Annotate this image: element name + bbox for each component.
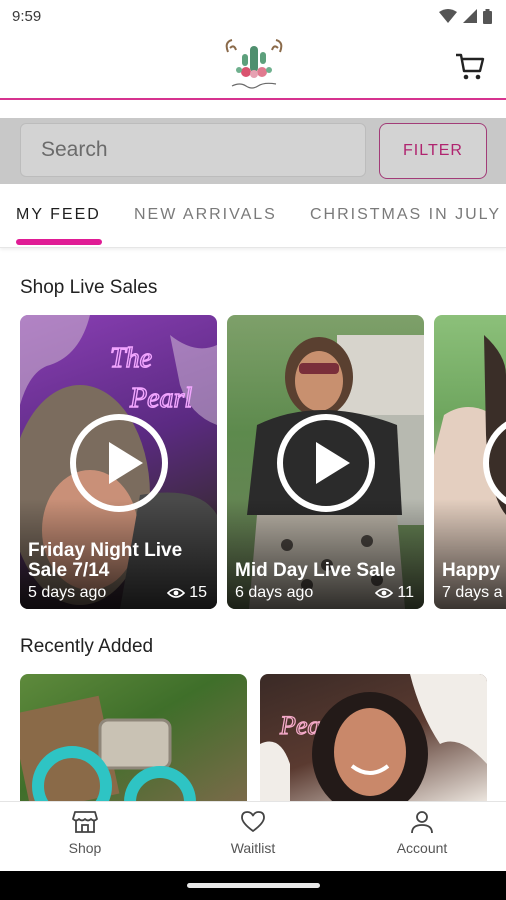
play-icon[interactable] [276, 414, 375, 512]
active-tab-indicator [16, 239, 102, 245]
live-sales-heading: Shop Live Sales [20, 277, 158, 298]
live-sale-card[interactable]: Mid Day Live Sale 6 days ago 11 [227, 315, 424, 609]
svg-text:Pearl: Pearl [129, 383, 192, 414]
search-bar: Search FILTER [0, 118, 506, 184]
view-count: 15 [167, 584, 207, 602]
eye-icon [167, 588, 186, 598]
live-sale-card[interactable]: Happy 7 days a [434, 315, 506, 609]
live-sale-meta: 7 days a [442, 584, 502, 602]
system-gesture-bar [0, 871, 506, 900]
nav-waitlist-label: Waitlist [230, 840, 276, 856]
live-sale-meta: 6 days ago 11 [235, 584, 414, 602]
wifi-icon [439, 9, 457, 23]
live-sale-title: Friday Night Live Sale 7/14 [28, 540, 183, 581]
brand-logo[interactable] [222, 38, 286, 94]
tab-my-feed[interactable]: MY FEED [16, 206, 101, 224]
tab-christmas-in-july[interactable]: CHRISTMAS IN JULY [310, 206, 501, 224]
search-input[interactable]: Search [20, 123, 366, 177]
home-gesture-handle[interactable] [187, 883, 320, 888]
eye-icon [375, 588, 394, 598]
app-header [0, 32, 506, 100]
product-image [20, 695, 196, 804]
live-sale-age: 7 days a [442, 584, 503, 601]
bottom-navigation: Shop Waitlist Account [0, 801, 506, 871]
battery-icon [483, 8, 492, 24]
play-icon[interactable] [69, 414, 168, 512]
feed-tabs: MY FEED NEW ARRIVALS CHRISTMAS IN JULY [0, 184, 506, 248]
nav-shop[interactable]: Shop [30, 810, 140, 856]
filter-button[interactable]: FILTER [379, 123, 487, 179]
live-sale-meta: 5 days ago 15 [28, 584, 207, 602]
product-image: Pearl [260, 674, 487, 804]
cart-icon[interactable] [454, 50, 486, 82]
signal-icon [463, 9, 477, 23]
status-time: 9:59 [12, 7, 42, 25]
status-icons [439, 8, 492, 24]
svg-text:The: The [110, 343, 152, 374]
live-sale-age: 6 days ago [235, 584, 314, 601]
tab-new-arrivals[interactable]: NEW ARRIVALS [134, 206, 277, 224]
view-count: 11 [375, 584, 414, 602]
status-bar: 9:59 [0, 0, 506, 32]
nav-shop-label: Shop [68, 840, 102, 856]
heart-icon [241, 811, 265, 832]
recently-added-heading: Recently Added [20, 636, 154, 657]
view-count-value: 11 [397, 584, 414, 601]
storefront-icon [72, 811, 98, 833]
nav-account[interactable]: Account [367, 810, 477, 856]
live-sale-title: Mid Day Live Sale [235, 560, 396, 581]
person-icon [411, 811, 433, 834]
product-card[interactable]: Pearl [260, 674, 487, 804]
product-card[interactable] [20, 674, 247, 804]
live-sale-title: Happy [442, 560, 501, 581]
live-sale-age: 5 days ago [28, 584, 107, 601]
nav-account-label: Account [396, 840, 448, 856]
nav-waitlist[interactable]: Waitlist [198, 810, 308, 856]
view-count-value: 15 [189, 584, 207, 601]
live-sale-card[interactable]: The Pearl Friday Night Live Sale 7/14 5 … [20, 315, 217, 609]
